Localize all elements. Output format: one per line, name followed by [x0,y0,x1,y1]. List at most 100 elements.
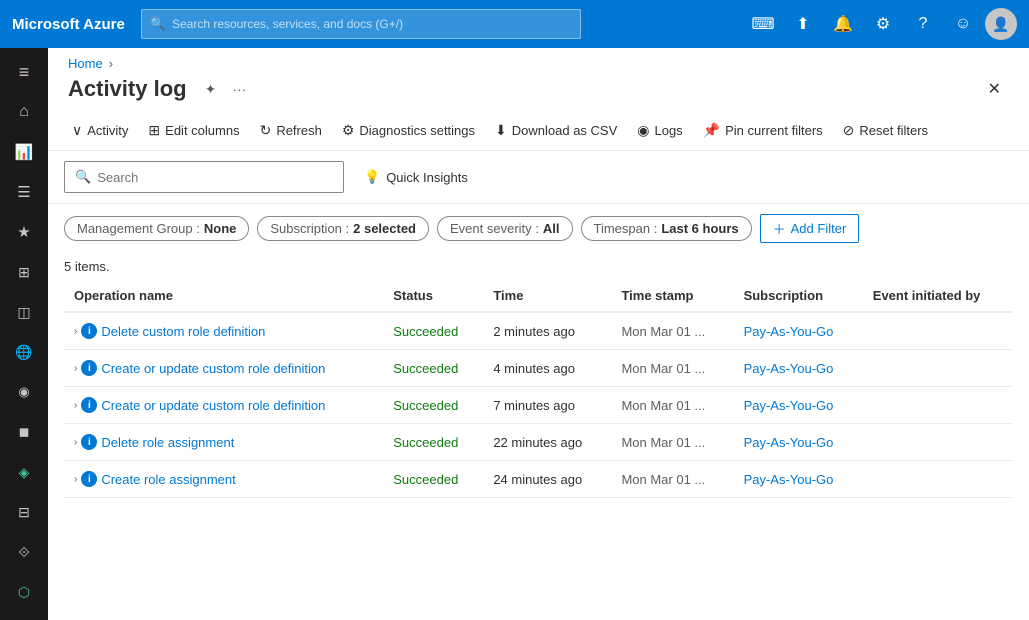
expand-row-icon[interactable]: › [74,400,77,411]
cell-time: 22 minutes ago [483,424,611,461]
cell-event-initiated-by [863,350,1013,387]
expand-row-icon[interactable]: › [74,437,77,448]
cell-time: 4 minutes ago [483,350,611,387]
expand-row-icon[interactable]: › [74,474,77,485]
event-severity-value: All [543,221,560,236]
quick-insights-button[interactable]: 💡 Quick Insights [354,164,478,190]
table-row: › i Create or update custom role definit… [64,350,1013,387]
info-icon: i [81,471,97,487]
activity-table: Operation name Status Time Time stamp Su… [64,280,1013,498]
sidebar-item-all-services[interactable]: ☰ [0,172,48,212]
info-icon: i [81,434,97,450]
cell-time: 24 minutes ago [483,461,611,498]
pin-filters-button[interactable]: 📌 Pin current filters [695,117,831,144]
sidebar-item-devops[interactable]: ⬡ [0,572,48,612]
diagnostics-settings-button[interactable]: ⚙ Diagnostics settings [334,117,483,144]
sidebar-item-security[interactable]: ◈ [0,452,48,492]
add-filter-button[interactable]: ＋ Add Filter [760,214,860,243]
operation-name-link[interactable]: Create or update custom role definition [101,398,325,413]
global-search[interactable]: 🔍 Search resources, services, and docs (… [141,9,581,39]
logs-icon: ◉ [637,122,649,139]
info-icon: i [81,360,97,376]
subscription-link[interactable]: Pay-As-You-Go [744,361,834,376]
table-row: › i Create role assignment Succeeded 24 … [64,461,1013,498]
timespan-filter[interactable]: Timespan : Last 6 hours [581,216,752,241]
operation-name-link[interactable]: Delete custom role definition [101,324,265,339]
breadcrumb-separator: › [109,56,113,71]
smiley-icon[interactable]: ☺ [945,6,981,42]
sidebar-item-favorites[interactable]: ★ [0,212,48,252]
cell-time: 2 minutes ago [483,312,611,350]
page-title: Activity log [68,76,187,102]
table-header: Operation name Status Time Time stamp Su… [64,280,1013,312]
operation-name-link[interactable]: Create or update custom role definition [101,361,325,376]
main-content: Home › Activity log ✦ ··· ✕ ∨ Activity ⊞… [48,48,1029,620]
avatar[interactable]: 👤 [985,8,1017,40]
sidebar-item-sql[interactable]: ◉ [0,372,48,412]
close-button[interactable]: ✕ [980,75,1009,103]
management-group-filter[interactable]: Management Group : None [64,216,249,241]
sidebar: ≡ ⌂ 📊 ☰ ★ ⊞ ◫ 🌐 ◉ ◼ ◈ ⊟ ⟐ ⬡ [0,48,48,620]
cell-event-initiated-by [863,387,1013,424]
header-actions: ✦ ··· [201,77,251,102]
subscription-link[interactable]: Pay-As-You-Go [744,398,834,413]
download-csv-label: Download as CSV [512,123,618,138]
operation-name-link[interactable]: Delete role assignment [101,435,234,450]
lightbulb-icon: 💡 [364,169,380,185]
reset-filters-button[interactable]: ⊘ Reset filters [835,117,936,144]
help-icon[interactable]: ? [905,6,941,42]
search-input[interactable] [97,170,333,185]
cell-event-initiated-by [863,424,1013,461]
logs-label: Logs [654,123,682,138]
expand-row-icon[interactable]: › [74,363,77,374]
cell-status: Succeeded [383,312,483,350]
toolbar: ∨ Activity ⊞ Edit columns ↻ Refresh ⚙ Di… [48,111,1029,151]
add-filter-label: Add Filter [791,221,847,236]
col-status: Status [383,280,483,312]
sidebar-item-monitor[interactable]: ◼ [0,412,48,452]
timespan-value: Last 6 hours [661,221,738,236]
sidebar-item-network[interactable]: 🌐 [0,332,48,372]
sidebar-item-recent[interactable]: ⊞ [0,252,48,292]
edit-columns-button[interactable]: ⊞ Edit columns [140,117,247,144]
cloud-shell-icon[interactable]: ⌨ [745,6,781,42]
sidebar-item-home[interactable]: ⌂ [0,92,48,132]
subscription-link[interactable]: Pay-As-You-Go [744,472,834,487]
col-timestamp: Time stamp [611,280,733,312]
settings-icon[interactable]: ⚙ [865,6,901,42]
items-count: 5 items. [48,253,1029,280]
sidebar-item-resource-groups[interactable]: ◫ [0,292,48,332]
col-subscription: Subscription [734,280,863,312]
subscription-link[interactable]: Pay-As-You-Go [744,435,834,450]
management-group-value: None [204,221,237,236]
breadcrumb-home[interactable]: Home [68,56,103,71]
pin-page-button[interactable]: ✦ [201,77,221,102]
table-row: › i Delete role assignment Succeeded 22 … [64,424,1013,461]
expand-row-icon[interactable]: › [74,326,77,337]
cell-timestamp: Mon Mar 01 ... [611,387,733,424]
subscription-link[interactable]: Pay-As-You-Go [744,324,834,339]
notifications-icon[interactable]: 🔔 [825,6,861,42]
more-options-button[interactable]: ··· [228,77,250,101]
cell-event-initiated-by [863,461,1013,498]
event-severity-filter[interactable]: Event severity : All [437,216,573,241]
pin-filters-label: Pin current filters [725,123,823,138]
operation-name-link[interactable]: Create role assignment [101,472,235,487]
sidebar-expand[interactable]: ≡ [0,52,48,92]
sidebar-item-dashboard[interactable]: 📊 [0,132,48,172]
search-box[interactable]: 🔍 [64,161,344,193]
cell-timestamp: Mon Mar 01 ... [611,312,733,350]
sidebar-item-policies[interactable]: ⊟ [0,492,48,532]
sidebar-item-cost[interactable]: ⟐ [0,532,48,572]
refresh-label: Refresh [276,123,322,138]
cell-status: Succeeded [383,350,483,387]
cell-timestamp: Mon Mar 01 ... [611,424,733,461]
subscription-filter[interactable]: Subscription : 2 selected [257,216,429,241]
feedback-icon[interactable]: ⬆ [785,6,821,42]
refresh-button[interactable]: ↻ Refresh [252,117,330,144]
download-csv-button[interactable]: ⬇ Download as CSV [487,117,625,144]
cell-subscription: Pay-As-You-Go [734,387,863,424]
activity-button[interactable]: ∨ Activity [64,117,136,144]
timespan-key: Timespan : [594,221,658,236]
logs-button[interactable]: ◉ Logs [629,117,690,144]
